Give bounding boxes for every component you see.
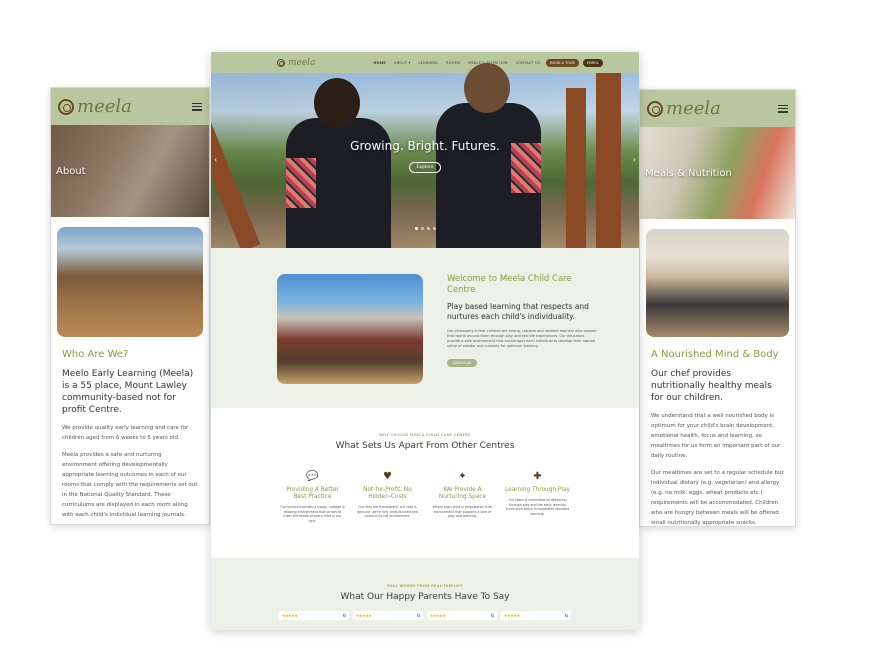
hero-content: Growing. Bright. Futures. Explore	[211, 139, 639, 173]
feature-text: Where each child is empowered in an envi…	[432, 505, 493, 518]
meela-logo[interactable]: meela	[647, 98, 721, 119]
reviews-section: REAL WORDS FROM REAL FAMILIES What Our H…	[211, 558, 639, 630]
logo-text: meela	[666, 98, 721, 119]
child-icon: ✦	[458, 471, 467, 482]
about-content: Who Are We? Meelo Early Learning (Meela)…	[51, 337, 209, 524]
feature-card: ✦ We Provide A Nurturing Space Where eac…	[430, 471, 495, 523]
section-heading: Who Are We?	[62, 349, 129, 360]
star-rating-icon: ★★★★★	[430, 613, 446, 618]
swirl-icon	[58, 98, 74, 115]
nav-rooms[interactable]: ROOMS	[446, 61, 460, 65]
feature-title: We Provide A Nurturing Space	[438, 487, 487, 500]
why-choose-section: WHY CHOOSE MEELA CHILD CARE CENTRE What …	[211, 408, 639, 558]
review-card[interactable]: ★★★★★ G	[501, 611, 571, 620]
mobile-meals-page: meela Meals & Nutrition A Nourished Mind…	[639, 89, 796, 527]
meela-logo[interactable]: meela	[277, 58, 315, 68]
slider-dot[interactable]	[426, 227, 430, 230]
lead-text: Meelo Early Learning (Meela) is a 55 pla…	[62, 369, 194, 415]
top-nav: meela HOME ABOUT ▾ LEARNING ROOMS MEALS …	[211, 52, 639, 73]
about-us-button[interactable]: ABOUT US	[447, 359, 478, 367]
nav-about[interactable]: ABOUT ▾	[394, 61, 410, 65]
menu-icon[interactable]	[778, 104, 788, 113]
swirl-icon	[647, 100, 663, 117]
about-hero: About	[51, 125, 209, 217]
chat-bubbles-icon: 💬	[306, 471, 319, 482]
feature-title: Not-for-Profit, No Hidden-Costs	[363, 487, 412, 500]
review-card[interactable]: ★★★★★ G	[279, 611, 349, 620]
mobile-header: meela	[51, 88, 209, 125]
swirl-icon	[277, 58, 285, 67]
feature-title: Learning Through Play	[505, 487, 570, 493]
slider-dots	[211, 227, 639, 230]
body-text: We understand that a well nourished body…	[651, 413, 781, 459]
review-carousel: ★★★★★ G ★★★★★ G ★★★★★ G ★★★★★ G	[211, 611, 639, 620]
feature-text: Our team is committed to delivering thro…	[505, 498, 570, 516]
slider-dot[interactable]	[420, 227, 424, 230]
welcome-text: Welcome to Meela Child Care Centre Play …	[447, 274, 597, 368]
centre-building-photo	[277, 274, 423, 384]
slider-dot[interactable]	[432, 227, 436, 230]
book-tour-button[interactable]: BOOK A TOUR	[546, 58, 579, 67]
body-text: We provide quality early learning and ca…	[62, 425, 189, 441]
enrol-button[interactable]: ENROL	[582, 58, 603, 67]
nav-menu: HOME ABOUT ▾ LEARNING ROOMS MEALS & NUTR…	[373, 61, 540, 65]
star-rating-icon: ★★★★★	[504, 613, 520, 618]
hero-title: About	[56, 165, 86, 177]
explore-button[interactable]: Explore	[408, 162, 442, 173]
meals-hero: Meals & Nutrition	[640, 127, 795, 219]
welcome-lead: Play based learning that respects and nu…	[447, 302, 589, 321]
star-rating-icon: ★★★★★	[356, 613, 372, 618]
feature-card: ♥ Not-for-Profit, No Hidden-Costs Our fe…	[355, 471, 420, 523]
playground-photo	[57, 227, 203, 337]
star-rating-icon: ★★★★★	[282, 613, 298, 618]
mobile-about-page: meela About Who Are We? Meelo Early Lear…	[50, 87, 210, 525]
feature-text: Our fees are transparent, our care is ge…	[357, 505, 418, 518]
welcome-title: Welcome to Meela Child Care Centre	[447, 274, 572, 295]
heart-hand-icon: ♥	[383, 471, 392, 482]
review-card[interactable]: ★★★★★ G	[353, 611, 423, 620]
google-icon: G	[416, 613, 420, 618]
section-heading: A Nourished Mind & Body	[651, 349, 779, 360]
welcome-body: Our philosophy is that children are stro…	[447, 329, 597, 348]
nav-home[interactable]: HOME	[373, 61, 386, 65]
showcase-stage: meela About Who Are We? Meelo Early Lear…	[0, 0, 872, 646]
menu-icon[interactable]	[192, 102, 202, 111]
welcome-section: Welcome to Meela Child Care Centre Play …	[211, 248, 639, 408]
meela-logo[interactable]: meela	[58, 96, 132, 117]
hero-title: Growing. Bright. Futures.	[350, 139, 500, 153]
chef-photo	[646, 229, 789, 337]
mobile-header: meela	[640, 90, 795, 127]
section-eyebrow: REAL WORDS FROM REAL FAMILIES	[387, 583, 463, 588]
slider-dot[interactable]	[414, 227, 418, 230]
nav-contact[interactable]: CONTACT US	[516, 61, 541, 65]
section-eyebrow: WHY CHOOSE MEELA CHILD CARE CENTRE	[379, 432, 471, 437]
section-title: What Our Happy Parents Have To Say	[340, 592, 510, 602]
review-card[interactable]: ★★★★★ G	[427, 611, 497, 620]
nav-learning[interactable]: LEARNING	[419, 61, 439, 65]
section-title: What Sets Us Apart From Other Centres	[335, 441, 515, 451]
feature-text: Our service provides a happy, cottage & …	[280, 505, 345, 523]
google-icon: G	[490, 613, 494, 618]
feature-card: 💬 Providing A Better Best Practice Our s…	[280, 471, 345, 523]
body-text: Our mealtimes are set to a regular sched…	[651, 470, 784, 526]
feature-title: Providing A Better Best Practice	[286, 487, 339, 500]
puzzle-icon: ✚	[533, 471, 542, 482]
feature-list: 💬 Providing A Better Best Practice Our s…	[211, 471, 639, 523]
meals-content: A Nourished Mind & Body Our chef provide…	[640, 337, 795, 526]
logo-text: meela	[288, 57, 316, 68]
desktop-home-page: meela HOME ABOUT ▾ LEARNING ROOMS MEALS …	[211, 52, 639, 630]
hero-slider: ‹ › Growing. Bright. Futures. Explore	[211, 63, 639, 252]
feature-card: ✚ Learning Through Play Our team is comm…	[505, 471, 570, 523]
body-text: Meela provides a safe and nurturing envi…	[62, 452, 198, 518]
google-icon: G	[342, 613, 346, 618]
lead-text: Our chef provides nutritionally healthy …	[651, 369, 772, 403]
hero-title: Meals & Nutrition	[645, 167, 732, 179]
google-icon: G	[564, 613, 568, 618]
logo-text: meela	[77, 96, 132, 117]
